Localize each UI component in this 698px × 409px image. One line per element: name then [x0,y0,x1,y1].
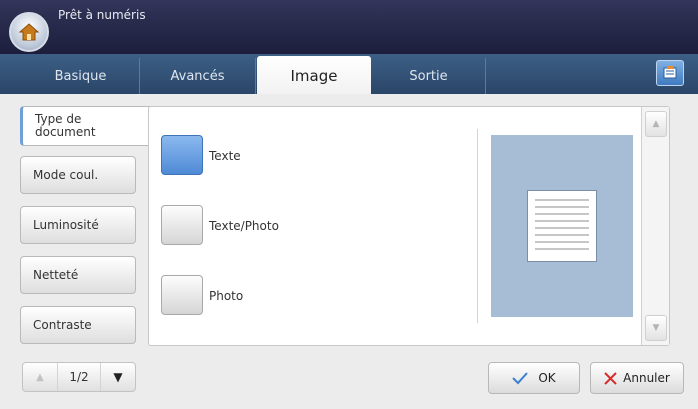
sidebar-item-label: Contraste [33,318,92,332]
page-up-button[interactable]: ▲ [23,363,57,391]
tab-avances[interactable]: Avancés [140,58,256,94]
sidebar-item-contraste[interactable]: Contraste [20,306,136,344]
sidebar-item-label: Type de document [35,112,96,139]
tab-basique[interactable]: Basique [22,58,140,94]
ok-label: OK [538,371,556,385]
sidebar-item-mode-coul[interactable]: Mode coul. [20,156,136,194]
page-indicator: 1/2 [57,363,101,391]
tab-sortie[interactable]: Sortie [372,58,486,94]
home-button[interactable] [9,12,49,52]
sidebar-item-nettete[interactable]: Netteté [20,256,136,294]
chevron-down-icon: ▼ [113,370,123,384]
divider [477,129,478,323]
sidebar-item-luminosite[interactable]: Luminosité [20,206,136,244]
ok-button[interactable]: OK [488,362,580,394]
home-icon [18,23,40,41]
page-title: Prêt à numéris [58,8,146,22]
title-bar: Prêt à numéris [0,0,698,54]
scroll-down-button[interactable]: ▼ [645,315,667,341]
content-area: Type de document Mode coul. Luminosité N… [0,94,698,409]
checkmark-icon [512,372,529,385]
sidebar-item-label: Netteté [33,268,79,282]
tab-image[interactable]: Image [257,56,371,96]
cancel-button[interactable]: Annuler [590,362,684,394]
sidebar-item-label: Mode coul. [33,168,99,182]
x-icon [604,371,617,385]
chevron-up-icon: ▲ [652,119,660,129]
preview-area [491,135,633,317]
option-texte-label: Texte [209,149,241,163]
option-texte-photo-button[interactable] [161,205,203,245]
document-lines-icon [527,190,597,262]
job-status-icon [663,66,677,79]
option-photo-button[interactable] [161,275,203,315]
page-down-button[interactable]: ▼ [101,363,135,391]
cancel-label: Annuler [623,371,670,385]
pager: ▲ 1/2 ▼ [22,362,136,392]
tab-bar: Basique Avancés Image Sortie [0,54,698,96]
scrollbar[interactable]: ▲ ▼ [641,107,669,345]
sidebar-item-type-document[interactable]: Type de document [20,106,150,146]
option-texte-button[interactable] [161,135,203,175]
chevron-down-icon: ▼ [652,323,660,333]
chevron-up-icon: ▲ [36,371,44,383]
options-panel: Texte Texte/Photo Photo ▲ ▼ [148,106,670,346]
job-status-button[interactable] [656,60,684,86]
option-photo-label: Photo [209,289,244,303]
sidebar-item-label: Luminosité [33,218,99,232]
option-texte-photo-label: Texte/Photo [209,219,279,233]
scroll-up-button[interactable]: ▲ [645,111,667,137]
